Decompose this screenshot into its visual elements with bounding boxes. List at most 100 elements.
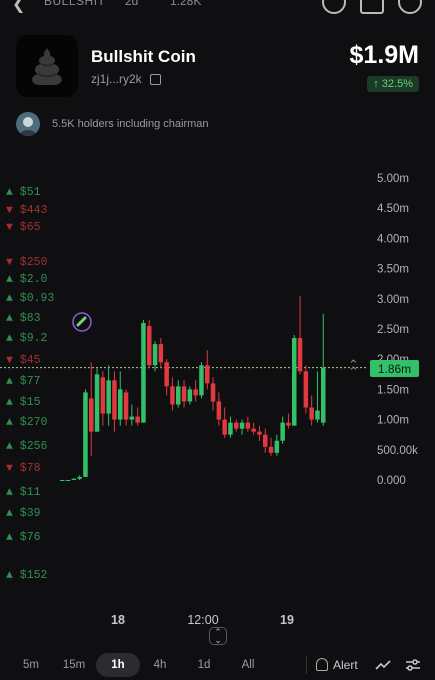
trade-label: ▼ $65 (6, 221, 41, 234)
candle-body (158, 344, 164, 363)
timeframe-1h[interactable]: 1h (96, 653, 140, 677)
star-icon[interactable] (360, 0, 384, 14)
trade-label: ▲ $152 (6, 569, 48, 582)
holders-text: 5.5K holders including chairman (52, 118, 209, 130)
timeframe-1d[interactable]: 1d (184, 653, 224, 677)
candle-body (187, 389, 193, 402)
trade-label: ▲ $83 (6, 312, 41, 325)
candles (60, 295, 326, 481)
trade-label: ▲ $2.0 (6, 273, 48, 286)
candle-body (216, 401, 222, 420)
trade-label: ▼ $78 (6, 462, 41, 475)
timeframe-15m[interactable]: 15m (56, 653, 92, 677)
price-change-badge: ↑ 32.5% (367, 76, 419, 92)
share-icon[interactable] (322, 0, 346, 14)
candle-body (228, 422, 233, 435)
chevron-up-icon[interactable]: ⌃ ⌃ (348, 358, 359, 378)
candle-body (315, 410, 320, 420)
y-tick-label: 2.50m (377, 324, 409, 336)
candle-body (77, 476, 82, 479)
expand-chart-icon[interactable]: ⌃ ⌄ (209, 627, 227, 645)
candle-body (280, 422, 285, 441)
candle-body (245, 422, 251, 429)
price-chart[interactable]: 5.00m4.50m4.00m3.50m3.00m2.50m2.00m1.50m… (0, 160, 435, 630)
candle-body (193, 389, 198, 396)
candle-body (170, 386, 175, 405)
x-tick-label: 19 (280, 613, 294, 627)
current-price-tag: 1.86m (370, 360, 419, 377)
y-tick-label: 4.00m (377, 233, 409, 245)
back-icon[interactable]: ❮ (12, 0, 25, 14)
candle-body (286, 422, 291, 426)
candle-body (274, 440, 280, 453)
candle-body (303, 371, 309, 408)
candle-body (147, 325, 152, 366)
market-cap: $1.9M (349, 41, 419, 69)
bell-icon[interactable] (316, 658, 328, 671)
send-icon[interactable] (398, 0, 422, 14)
settings-sliders-icon[interactable] (404, 656, 422, 674)
y-tick-label: 0.000 (377, 475, 406, 487)
y-tick-label: 3.50m (377, 264, 409, 276)
candle-body (100, 377, 106, 414)
token-header: Bullshit Coin zj1j...ry2k $1.9M ↑ 32.5% (16, 35, 419, 97)
trade-label: ▼ $443 (6, 204, 48, 217)
timeframe-all[interactable]: All (228, 653, 268, 677)
timeframe-5m[interactable]: 5m (14, 653, 48, 677)
candle-body (106, 380, 111, 414)
trade-label: ▲ $11 (6, 486, 41, 499)
y-tick-label: 3.00m (377, 294, 409, 306)
poop-icon (32, 48, 62, 85)
candle-body (176, 386, 181, 405)
candle-body (65, 480, 71, 481)
age-label: 2d (125, 0, 139, 8)
y-tick-label: 5.00m (377, 173, 409, 185)
line-chart-icon[interactable] (374, 656, 392, 674)
copy-icon[interactable] (150, 74, 161, 85)
candle-body (94, 374, 100, 432)
timeframe-bar: 5m 15m 1h 4h 1d All Alert (0, 650, 435, 680)
candle-body (89, 398, 94, 432)
candle-body (251, 428, 256, 432)
token-address[interactable]: zj1j...ry2k (91, 72, 142, 86)
candle-body (164, 362, 169, 387)
candle-body (123, 392, 129, 420)
candle-body (234, 422, 239, 429)
y-tick-label: 4.50m (377, 203, 409, 215)
candle-body (239, 422, 245, 429)
x-tick-label: 18 (111, 613, 125, 627)
avatar (16, 112, 40, 136)
edit-marker-icon[interactable] (72, 312, 92, 332)
chart-grid (9, 189, 341, 581)
trade-label: ▲ $39 (6, 507, 41, 520)
y-axis: 5.00m4.50m4.00m3.50m3.00m2.50m2.00m1.50m… (377, 173, 418, 487)
candle-body (321, 367, 326, 423)
y-tick-label: 500.00k (377, 445, 418, 457)
trade-label: ▲ $15 (6, 396, 41, 409)
candle-body (292, 338, 297, 426)
candle-body (118, 389, 123, 420)
trade-label: ▼ $250 (6, 256, 48, 269)
x-axis: 18 12:00 19 (111, 613, 294, 627)
trade-label: ▲ $76 (6, 531, 41, 544)
candle-body (112, 380, 117, 420)
token-name: Bullshit Coin (91, 47, 196, 66)
alert-button[interactable]: Alert (333, 658, 358, 672)
trade-labels: ▲ $51 ▼ $443 ▼ $65 ▼ $250 ▲ $2.0 ▲ $0.93 ▲ $83… (6, 186, 54, 582)
candle-body (205, 365, 210, 384)
trade-label: ▲ $51 (6, 186, 41, 199)
top-bar: ❮ BULLSHIT 2d 1.28K (0, 0, 435, 14)
token-logo (16, 35, 78, 97)
candle-body (83, 392, 88, 477)
timeframe-4h[interactable]: 4h (140, 653, 180, 677)
views-count: 1.28K (170, 0, 202, 8)
y-tick-label: 1.50m (377, 384, 409, 396)
trade-label: ▼ $45 (6, 354, 41, 367)
trade-label: ▲ $77 (6, 375, 41, 388)
candle-body (222, 419, 227, 435)
candle-body (71, 478, 77, 480)
trade-label: ▲ $270 (6, 416, 48, 429)
x-tick-label: 12:00 (187, 613, 218, 627)
candle-body (141, 322, 146, 423)
candle-body (257, 431, 262, 435)
